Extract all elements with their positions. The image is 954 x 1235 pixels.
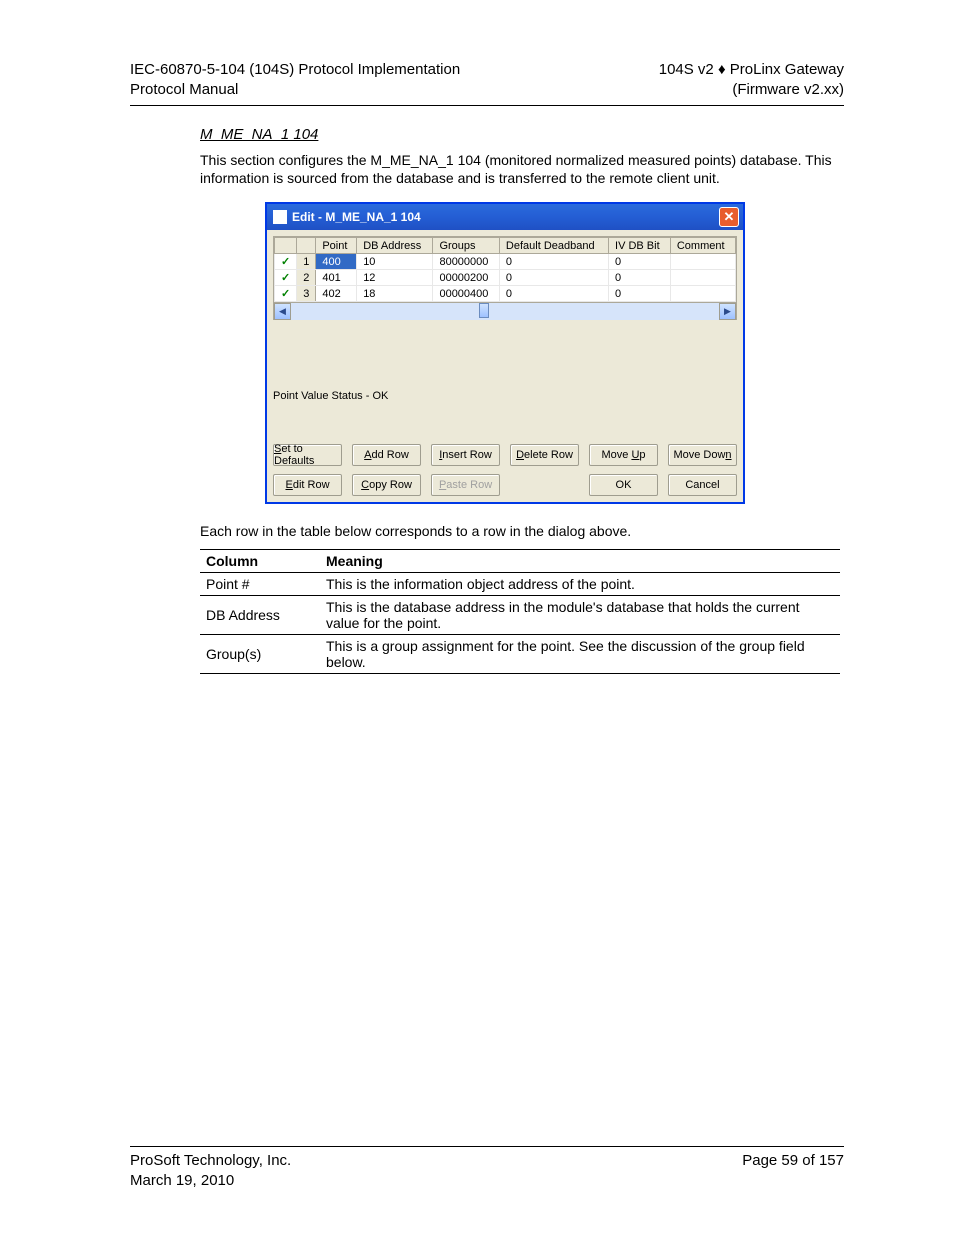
cell-column: Point #	[200, 573, 320, 596]
header-left-1: IEC-60870-5-104 (104S) Protocol Implemen…	[130, 60, 460, 80]
cell-groups[interactable]: 80000000	[433, 254, 499, 270]
col-groups[interactable]: Groups	[433, 238, 499, 254]
set-defaults-button[interactable]: Set to Defaults	[273, 444, 342, 466]
grid-row[interactable]: ✓ 3 402 18 00000400 0 0	[275, 286, 736, 302]
app-icon	[273, 210, 287, 224]
cell-column: Group(s)	[200, 635, 320, 674]
cell-deadband[interactable]: 0	[499, 270, 608, 286]
move-down-button[interactable]: Move Down	[668, 444, 737, 466]
table-row: Group(s) This is a group assignment for …	[200, 635, 840, 674]
cell-point[interactable]: 400	[316, 254, 357, 270]
cell-comment[interactable]	[670, 286, 735, 302]
scroll-right-icon[interactable]: ▶	[719, 303, 736, 320]
footer-page: Page 59 of 157	[742, 1151, 844, 1171]
col-point[interactable]: Point	[316, 238, 357, 254]
cell-comment[interactable]	[670, 254, 735, 270]
paste-row-button: Paste Row	[431, 474, 500, 496]
table-row: Point # This is the information object a…	[200, 573, 840, 596]
cell-ivdbbit[interactable]: 0	[609, 270, 671, 286]
dialog-title: Edit - M_ME_NA_1 104	[292, 210, 421, 224]
cell-meaning: This is the database address in the modu…	[320, 596, 840, 635]
col-deadband[interactable]: Default Deadband	[499, 238, 608, 254]
check-icon: ✓	[275, 254, 297, 270]
cell-ivdbbit[interactable]: 0	[609, 254, 671, 270]
cell-meaning: This is the information object address o…	[320, 573, 840, 596]
grid-row[interactable]: ✓ 1 400 10 80000000 0 0	[275, 254, 736, 270]
cell-deadband[interactable]: 0	[499, 286, 608, 302]
table-row: DB Address This is the database address …	[200, 596, 840, 635]
column-meaning-table: Column Meaning Point # This is the infor…	[200, 549, 840, 674]
cell-dbaddr[interactable]: 18	[357, 286, 433, 302]
check-icon: ✓	[275, 286, 297, 302]
row-number: 1	[297, 254, 316, 270]
insert-row-button[interactable]: Insert Row	[431, 444, 500, 466]
row-number: 3	[297, 286, 316, 302]
cell-ivdbbit[interactable]: 0	[609, 286, 671, 302]
table-header-column: Column	[200, 550, 320, 573]
scroll-left-icon[interactable]: ◀	[274, 303, 291, 320]
cell-groups[interactable]: 00000400	[433, 286, 499, 302]
col-dbaddr[interactable]: DB Address	[357, 238, 433, 254]
section-title: M_ME_NA_1 104	[200, 126, 844, 143]
copy-row-button[interactable]: Copy Row	[352, 474, 421, 496]
row-number: 2	[297, 270, 316, 286]
edit-row-button[interactable]: Edit Row	[273, 474, 342, 496]
cell-meaning: This is a group assignment for the point…	[320, 635, 840, 674]
footer-date: March 19, 2010	[130, 1171, 291, 1191]
scroll-thumb[interactable]	[479, 303, 489, 318]
cell-column: DB Address	[200, 596, 320, 635]
col-ivdbbit[interactable]: IV DB Bit	[609, 238, 671, 254]
footer-company: ProSoft Technology, Inc.	[130, 1151, 291, 1171]
table-header-meaning: Meaning	[320, 550, 840, 573]
add-row-button[interactable]: Add Row	[352, 444, 421, 466]
cell-comment[interactable]	[670, 270, 735, 286]
header-left-2: Protocol Manual	[130, 80, 460, 100]
cell-point[interactable]: 401	[316, 270, 357, 286]
status-text: Point Value Status - OK	[273, 390, 737, 402]
col-comment[interactable]: Comment	[670, 238, 735, 254]
check-icon: ✓	[275, 270, 297, 286]
grid-header-row: Point DB Address Groups Default Deadband…	[275, 238, 736, 254]
move-up-button[interactable]: Move Up	[589, 444, 658, 466]
data-grid[interactable]: Point DB Address Groups Default Deadband…	[273, 236, 737, 320]
cell-deadband[interactable]: 0	[499, 254, 608, 270]
header-right-2: (Firmware v2.xx)	[659, 80, 844, 100]
dialog-window: Edit - M_ME_NA_1 104 ✕ Point DB Address …	[265, 202, 745, 504]
cell-point[interactable]: 402	[316, 286, 357, 302]
grid-row[interactable]: ✓ 2 401 12 00000200 0 0	[275, 270, 736, 286]
cancel-button[interactable]: Cancel	[668, 474, 737, 496]
titlebar[interactable]: Edit - M_ME_NA_1 104 ✕	[267, 204, 743, 230]
ok-button[interactable]: OK	[589, 474, 658, 496]
cell-dbaddr[interactable]: 12	[357, 270, 433, 286]
after-dialog-text: Each row in the table below corresponds …	[200, 522, 844, 541]
delete-row-button[interactable]: Delete Row	[510, 444, 579, 466]
horizontal-scrollbar[interactable]: ◀ ▶	[274, 302, 736, 319]
cell-dbaddr[interactable]: 10	[357, 254, 433, 270]
header-right-1: 104S v2 ♦ ProLinx Gateway	[659, 60, 844, 80]
cell-groups[interactable]: 00000200	[433, 270, 499, 286]
close-icon[interactable]: ✕	[719, 207, 739, 227]
section-intro: This section configures the M_ME_NA_1 10…	[200, 151, 844, 189]
